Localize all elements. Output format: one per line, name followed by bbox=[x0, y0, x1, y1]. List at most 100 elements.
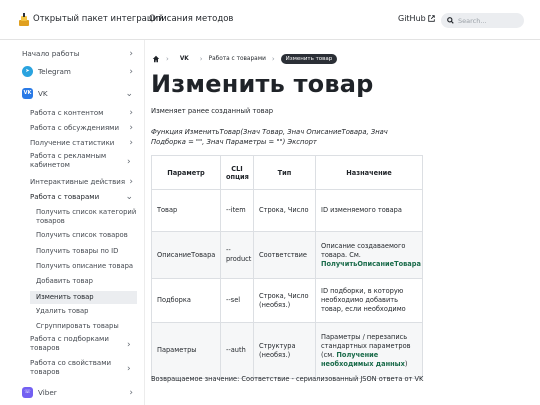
sidebar-leaf-categories[interactable]: Получить список категорий товаров bbox=[30, 208, 137, 226]
github-link[interactable]: GitHub bbox=[398, 14, 435, 23]
breadcrumb-current: Изменить товар bbox=[280, 53, 338, 64]
sidebar-leaf-edit[interactable]: Изменить товар bbox=[30, 291, 137, 304]
chevron-right-icon: › bbox=[129, 66, 133, 77]
breadcrumb-separator: › bbox=[199, 54, 203, 63]
table-row: Товар --item Строка, Число ID изменяемог… bbox=[151, 189, 423, 232]
product-description-link[interactable]: ПолучитьОписаниеТовара bbox=[321, 260, 421, 268]
github-label: GitHub bbox=[398, 14, 426, 23]
sidebar-item-label: Telegram bbox=[38, 67, 71, 76]
chevron-right-icon: › bbox=[129, 138, 133, 148]
sidebar-group-label: Работа с обсуждениями bbox=[30, 124, 119, 132]
chevron-right-icon: › bbox=[127, 340, 131, 350]
sidebar-group-properties[interactable]: Работа со свойствами товаров bbox=[30, 359, 120, 377]
external-link-icon bbox=[428, 15, 435, 22]
chevron-right-icon: › bbox=[129, 177, 133, 187]
sidebar-leaf-list[interactable]: Получить список товаров bbox=[30, 231, 137, 240]
chevron-right-icon: › bbox=[129, 108, 133, 118]
sidebar-group-discussions[interactable]: Работа с обсуждениями › bbox=[30, 123, 137, 133]
sidebar-group-interactive[interactable]: Интерактивные действия › bbox=[30, 177, 137, 187]
nav-link-methods[interactable]: Описания методов bbox=[149, 14, 233, 24]
table-header-cell: CLI опция bbox=[220, 155, 254, 190]
param-purpose: ID изменяемого товара bbox=[315, 189, 423, 232]
sidebar-item-label: Viber bbox=[38, 388, 57, 397]
chevron-down-icon: ⌄ bbox=[125, 192, 133, 202]
breadcrumb-separator: › bbox=[271, 54, 275, 63]
sidebar-item-start[interactable]: Начало работы › bbox=[22, 48, 137, 59]
param-type: Структура (необяз.) bbox=[253, 322, 316, 379]
sidebar-group-ads[interactable]: Работа с рекламным кабинетом bbox=[30, 152, 120, 170]
sidebar-leaf-group[interactable]: Сгруппировать товары bbox=[30, 322, 137, 331]
param-name: Подборка bbox=[151, 278, 221, 323]
vk-icon: VK bbox=[22, 88, 33, 99]
sidebar-item-label: Начало работы bbox=[22, 49, 80, 58]
sidebar-item-telegram[interactable]: ➤ Telegram › bbox=[22, 66, 137, 77]
param-purpose: ID подборки, в которую необходимо добави… bbox=[315, 278, 423, 323]
param-purpose: Описание создаваемого товара. См. bbox=[321, 241, 406, 259]
search-icon bbox=[447, 17, 454, 24]
sidebar-group-label: Работа с контентом bbox=[30, 109, 104, 117]
function-signature: Функция ИзменитьТовар(Знач Товар, Знач О… bbox=[151, 128, 388, 146]
brand-title[interactable]: Открытый пакет интеграций bbox=[33, 14, 164, 24]
param-name: Товар bbox=[151, 189, 221, 232]
sidebar: Начало работы › ➤ Telegram › VK VK ⌄ Раб… bbox=[0, 40, 145, 405]
search-box[interactable] bbox=[441, 13, 524, 28]
breadcrumb-separator: › bbox=[166, 54, 169, 63]
parameters-table: Параметр CLI опция Тип Назначение Товар … bbox=[151, 155, 423, 379]
viber-icon: ☏ bbox=[22, 387, 33, 398]
breadcrumb-section[interactable]: Работа с товарами bbox=[209, 56, 266, 62]
logo-icon[interactable] bbox=[18, 13, 30, 27]
sidebar-group-label: Получение статистики bbox=[30, 139, 115, 147]
param-cli: --sel bbox=[220, 278, 254, 323]
page-title: Изменить товар bbox=[151, 70, 374, 98]
search-input[interactable] bbox=[458, 16, 518, 25]
chevron-right-icon: › bbox=[129, 387, 133, 398]
table-header-cell: Параметр bbox=[151, 155, 221, 190]
sidebar-leaf-add[interactable]: Добавить товар bbox=[30, 277, 137, 286]
sidebar-group-selections[interactable]: Работа с подборками товаров bbox=[30, 335, 120, 353]
sidebar-group-label: Интерактивные действия bbox=[30, 178, 126, 186]
sidebar-leaf-delete[interactable]: Удалить товар bbox=[30, 307, 137, 316]
param-type: Строка, Число (необяз.) bbox=[253, 278, 316, 323]
sidebar-group-label: Работа с рекламным кабинетом bbox=[30, 152, 107, 169]
param-purpose-cell: Параметры / перезапись стандартных парам… bbox=[315, 322, 423, 379]
required-data-link[interactable]: Получение необходимых данных bbox=[321, 351, 405, 368]
param-purpose-cell: Описание создаваемого товара. См. Получи… bbox=[315, 231, 423, 279]
table-row: ОписаниеТовара --product Соответствие Оп… bbox=[151, 231, 423, 279]
param-purpose-tail: ) bbox=[404, 359, 408, 368]
table-row: Подборка --sel Строка, Число (необяз.) I… bbox=[151, 278, 423, 323]
sidebar-group-products[interactable]: Работа с товарами ⌄ bbox=[30, 192, 137, 202]
table-header-row: Параметр CLI опция Тип Назначение bbox=[151, 155, 423, 190]
param-cli: --product bbox=[220, 231, 254, 279]
sidebar-item-viber[interactable]: ☏ Viber › bbox=[22, 387, 137, 398]
param-name: ОписаниеТовара bbox=[151, 231, 221, 279]
param-name: Параметры bbox=[151, 322, 221, 379]
breadcrumb-vk[interactable]: VK bbox=[175, 54, 194, 64]
chevron-down-icon: ⌄ bbox=[125, 88, 133, 99]
param-cli: --auth bbox=[220, 322, 254, 379]
sidebar-group-label: Работа со свойствами товаров bbox=[30, 359, 112, 376]
sidebar-leaf-description[interactable]: Получить описание товара bbox=[30, 262, 137, 271]
chevron-right-icon: › bbox=[127, 157, 131, 167]
sidebar-item-label: VK bbox=[38, 89, 48, 98]
sidebar-group-label: Работа с подборками товаров bbox=[30, 335, 109, 352]
home-icon[interactable] bbox=[152, 55, 160, 63]
sidebar-group-content[interactable]: Работа с контентом › bbox=[30, 108, 137, 118]
return-value: Возвращаемое значение: Соответствие - се… bbox=[151, 375, 424, 383]
breadcrumb: › VK › Работа с товарами › Изменить това… bbox=[152, 52, 338, 65]
param-cli: --item bbox=[220, 189, 254, 232]
top-navbar: Открытый пакет интеграций Описания метод… bbox=[0, 0, 540, 40]
chevron-right-icon: › bbox=[129, 48, 133, 59]
chevron-right-icon: › bbox=[127, 364, 131, 374]
table-header-cell: Назначение bbox=[315, 155, 423, 190]
param-type: Строка, Число bbox=[253, 189, 316, 232]
chevron-right-icon: › bbox=[129, 123, 133, 133]
sidebar-group-statistics[interactable]: Получение статистики › bbox=[30, 138, 137, 148]
page-description: Изменяет ранее созданный товар bbox=[151, 107, 274, 115]
telegram-icon: ➤ bbox=[22, 66, 33, 77]
table-row: Параметры --auth Структура (необяз.) Пар… bbox=[151, 322, 423, 379]
param-type: Соответствие bbox=[253, 231, 316, 279]
table-header-cell: Тип bbox=[253, 155, 316, 190]
sidebar-item-vk[interactable]: VK VK ⌄ bbox=[22, 88, 137, 99]
sidebar-group-label: Работа с товарами bbox=[30, 193, 100, 201]
sidebar-leaf-by-id[interactable]: Получить товары по ID bbox=[30, 247, 137, 256]
